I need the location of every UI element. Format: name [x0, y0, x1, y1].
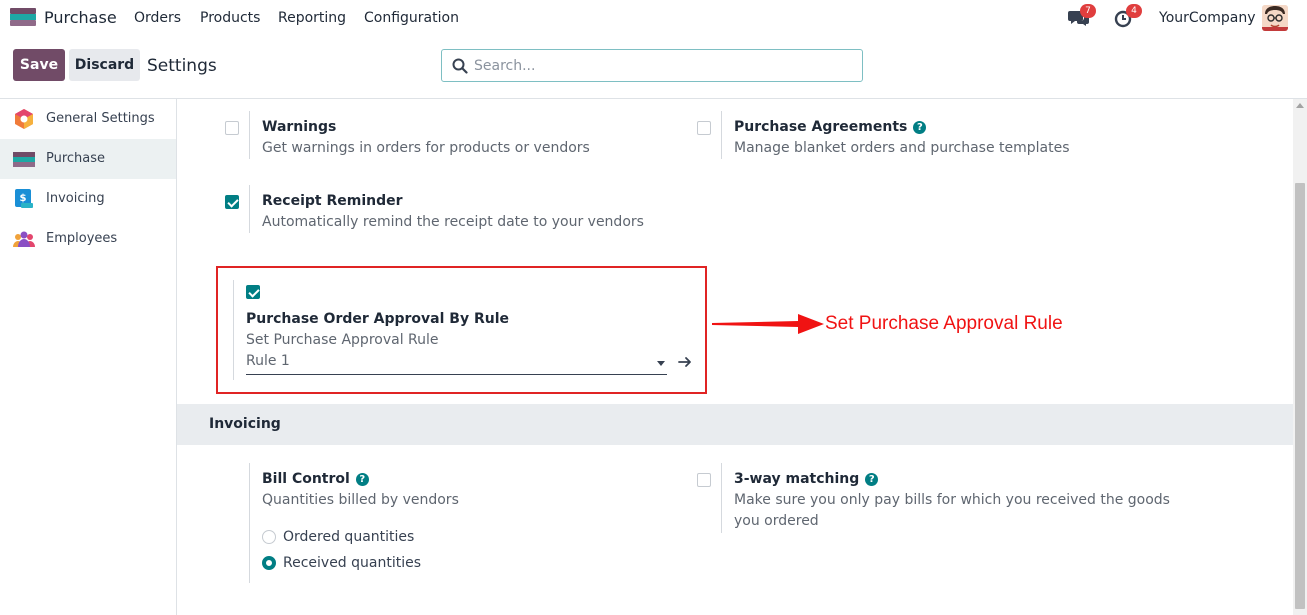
warnings-checkbox[interactable] — [225, 121, 239, 135]
setting-divider — [233, 280, 234, 380]
settings-sidebar: General Settings Purchase $ Invoicing Em… — [0, 99, 177, 615]
approval-rule-value: Rule 1 — [246, 353, 290, 369]
sidebar-item-label: Invoicing — [46, 191, 105, 206]
employees-app-icon — [13, 231, 35, 247]
purchase-app-icon[interactable] — [10, 8, 36, 26]
receipt-reminder-description: Automatically remind the receipt date to… — [262, 214, 644, 230]
help-icon[interactable]: ? — [865, 473, 879, 486]
setting-divider — [721, 463, 722, 533]
top-navbar: Purchase Orders Products Reporting Confi… — [0, 0, 1307, 36]
breadcrumb: Settings — [147, 56, 217, 76]
three-way-matching-description: Make sure you only pay bills for which y… — [734, 492, 1170, 508]
activities-button[interactable]: 4 — [1114, 4, 1142, 28]
user-face-icon — [1262, 5, 1288, 31]
three-way-matching-label: 3-way matching — [734, 471, 860, 487]
bill-control-title: Bill Control? — [262, 471, 369, 487]
bill-control-description: Quantities billed by vendors — [262, 492, 459, 508]
setting-divider — [249, 111, 250, 159]
sidebar-item-purchase[interactable]: Purchase — [0, 139, 176, 179]
help-icon[interactable]: ? — [913, 121, 927, 134]
sidebar-item-employees[interactable]: Employees — [0, 219, 176, 259]
discard-button[interactable]: Discard — [69, 49, 140, 81]
purchase-app-icon — [13, 152, 35, 167]
three-way-matching-description-2: you ordered — [734, 513, 819, 529]
purchase-agreements-label: Purchase Agreements — [734, 119, 908, 135]
search-box[interactable] — [441, 49, 863, 82]
control-panel-divider — [0, 98, 1307, 99]
sidebar-item-label: Purchase — [46, 151, 106, 166]
sidebar-item-label: General Settings — [46, 111, 155, 126]
scroll-up-icon[interactable] — [1296, 103, 1304, 108]
received-quantities-radio[interactable] — [262, 556, 276, 570]
user-avatar[interactable] — [1262, 5, 1288, 31]
general-settings-icon — [15, 109, 33, 129]
help-icon[interactable]: ? — [355, 473, 369, 486]
setting-divider — [721, 111, 722, 159]
menu-orders[interactable]: Orders — [134, 10, 181, 26]
three-way-matching-title: 3-way matching? — [734, 471, 879, 487]
caret-down-icon — [657, 361, 665, 366]
invoicing-app-icon: $ — [15, 189, 33, 208]
svg-text:$: $ — [20, 193, 27, 204]
received-quantities-label[interactable]: Received quantities — [283, 555, 421, 571]
purchase-agreements-title: Purchase Agreements? — [734, 119, 927, 135]
purchase-agreements-description: Manage blanket orders and purchase templ… — [734, 140, 1070, 156]
menu-configuration[interactable]: Configuration — [364, 10, 459, 26]
three-way-matching-checkbox[interactable] — [697, 473, 711, 487]
ordered-quantities-radio[interactable] — [262, 530, 276, 544]
annotation-arrow-icon — [712, 314, 824, 334]
messages-button[interactable]: 7 — [1068, 4, 1096, 28]
menu-reporting[interactable]: Reporting — [278, 10, 346, 26]
purchase-agreements-checkbox[interactable] — [697, 121, 711, 135]
search-icon — [452, 58, 468, 74]
setting-divider — [249, 185, 250, 233]
app-name[interactable]: Purchase — [44, 8, 117, 27]
sidebar-item-general-settings[interactable]: General Settings — [0, 99, 176, 139]
activities-badge: 4 — [1126, 4, 1142, 18]
approval-rule-checkbox[interactable] — [246, 285, 260, 299]
invoicing-section-header: Invoicing — [177, 404, 1293, 445]
scrollbar[interactable] — [1293, 99, 1307, 615]
receipt-reminder-title: Receipt Reminder — [262, 193, 403, 209]
warnings-title: Warnings — [262, 119, 337, 135]
approval-rule-description: Set Purchase Approval Rule — [246, 332, 439, 348]
receipt-reminder-checkbox[interactable] — [225, 195, 239, 209]
approval-rule-select[interactable]: Rule 1 — [246, 353, 667, 375]
sidebar-item-invoicing[interactable]: $ Invoicing — [0, 179, 176, 219]
section-title: Invoicing — [209, 416, 281, 432]
warnings-description: Get warnings in orders for products or v… — [262, 140, 590, 156]
scrollbar-thumb[interactable] — [1295, 183, 1305, 609]
approval-rule-title: Purchase Order Approval By Rule — [246, 311, 510, 327]
messages-badge: 7 — [1080, 4, 1096, 18]
setting-divider — [249, 463, 250, 583]
ordered-quantities-label[interactable]: Ordered quantities — [283, 529, 414, 545]
annotation-text: Set Purchase Approval Rule — [825, 313, 1063, 334]
bill-control-label: Bill Control — [262, 471, 350, 487]
sidebar-item-label: Employees — [46, 231, 118, 246]
search-input[interactable] — [474, 56, 854, 76]
menu-products[interactable]: Products — [200, 10, 260, 26]
company-switcher[interactable]: YourCompany — [1159, 10, 1256, 26]
arrow-right-icon[interactable] — [677, 354, 693, 370]
save-button[interactable]: Save — [13, 49, 65, 81]
